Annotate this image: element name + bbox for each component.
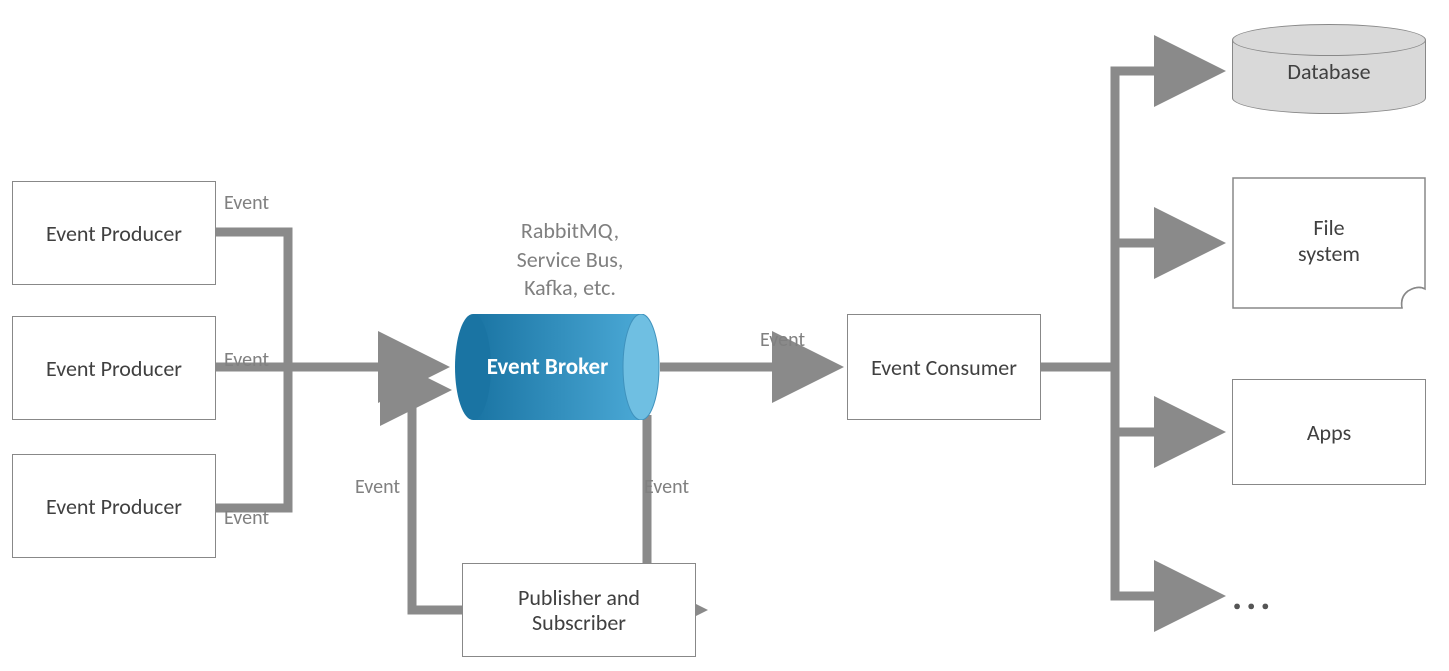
event-broker-label: Event Broker [455,314,640,420]
edge-label-producer3: Event [224,506,269,530]
more-outputs-icon: ... [1232,574,1274,620]
event-producer-1: Event Producer [12,181,216,285]
edge-label-producer1: Event [224,191,269,215]
edge-label-producer2: Event [224,348,269,372]
event-producer-2: Event Producer [12,316,216,420]
publisher-subscriber: Publisher and Subscriber [462,563,696,657]
file-system-node: Filesystem [1232,177,1426,309]
event-producer-3: Event Producer [12,454,216,558]
database-node: Database [1232,24,1426,114]
file-system-label: Filesystem [1232,215,1426,268]
broker-examples-note: RabbitMQ,Service Bus,Kafka, etc. [480,217,660,303]
edge-label-pub-to-broker: Event [355,475,400,499]
edge-label-broker-consumer: Event [760,328,805,352]
edge-label-broker-to-pub: Event [644,475,689,499]
diagram-canvas: Event Producer Event Producer Event Prod… [0,0,1449,671]
apps-node: Apps [1232,379,1426,485]
event-broker: Event Broker [455,314,655,420]
database-label: Database [1232,58,1426,85]
event-consumer: Event Consumer [847,314,1041,420]
